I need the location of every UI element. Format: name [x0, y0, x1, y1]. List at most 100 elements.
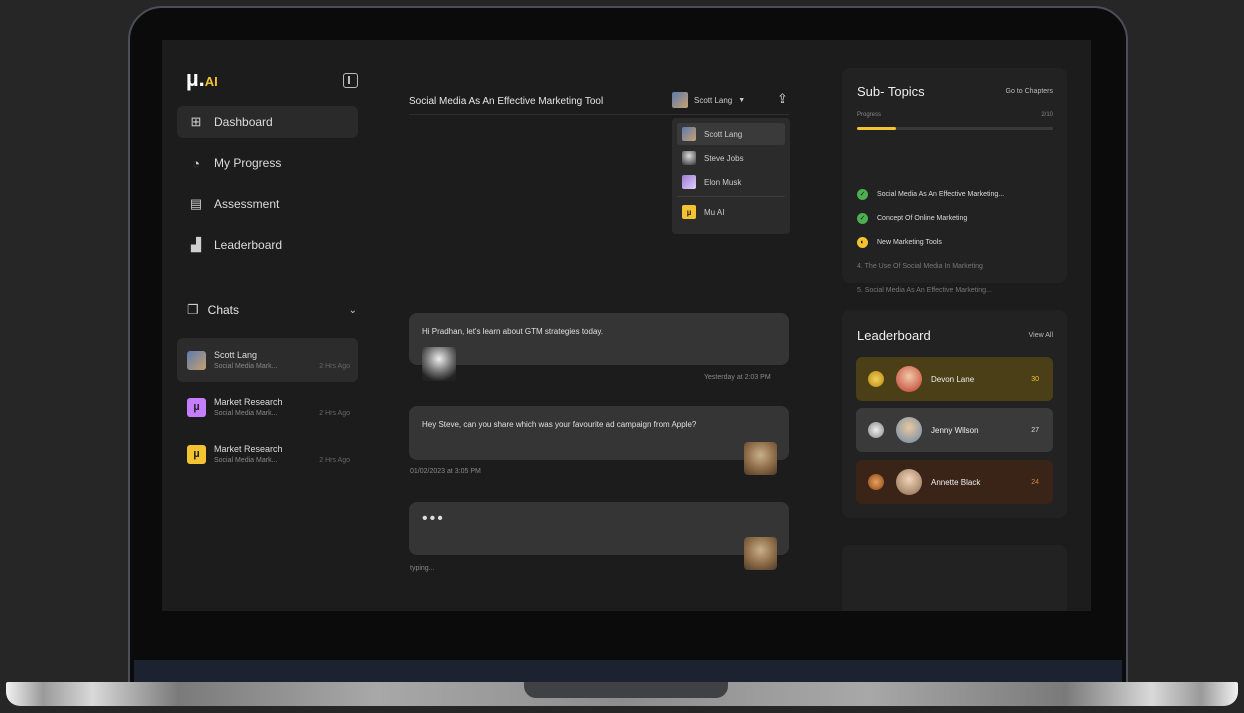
chat-item[interactable]: µ Market Research Social Media Mark... 2 … [177, 385, 358, 429]
chat-name: Market Research [214, 444, 283, 454]
leaderboard-row[interactable]: Annette Black 24 [856, 460, 1053, 504]
chat-name: Scott Lang [214, 350, 258, 360]
right-panel: Sub- Topics Go to Chapters Progress 2/10… [842, 40, 1091, 611]
subtopic-item[interactable]: 5. Social Media As An Effective Marketin… [857, 278, 1057, 302]
progress-label: Progress [857, 112, 882, 118]
collapse-sidebar-icon[interactable] [343, 73, 358, 88]
dropdown-item[interactable]: Scott Lang [677, 123, 785, 145]
go-to-chapters-link[interactable]: Go to Chapters [1006, 88, 1053, 95]
leaderboard-card: Leaderboard View All Devon Lane 30 Jenny… [842, 310, 1067, 518]
dropdown-item[interactable]: µ Mu AI [677, 201, 785, 223]
subtopic-item[interactable]: ✓ Concept Of Online Marketing [857, 206, 1057, 230]
avatar [896, 366, 922, 392]
message-timestamp: Yesterday at 2:03 PM [704, 374, 771, 381]
chat-list: Scott Lang Social Media Mark... 2 Hrs Ago… [177, 338, 358, 479]
leaderboard-name: Jenny Wilson [931, 425, 979, 435]
nav-label: Leaderboard [214, 238, 283, 252]
dropdown-item[interactable]: Elon Musk [677, 171, 785, 193]
subtopic-label: 5. Social Media As An Effective Marketin… [857, 286, 992, 294]
silver-medal-icon [868, 422, 884, 438]
dropdown-avatar [682, 127, 696, 141]
in-progress-icon: ◐ [857, 236, 868, 248]
leaderboard-name: Annette Black [931, 477, 981, 487]
caret-down-icon: ▼ [738, 96, 746, 104]
leaderboard-row[interactable]: Devon Lane 30 [856, 357, 1053, 401]
dropdown-label: Steve Jobs [704, 153, 744, 163]
laptop-chin [134, 660, 1122, 684]
progress-bar [857, 127, 1053, 130]
progress-value: 2/10 [1041, 112, 1053, 118]
user-avatar [744, 537, 777, 570]
chats-label: Chats [207, 303, 240, 317]
nav-my-progress[interactable]: ◔ My Progress [177, 147, 358, 179]
share-icon[interactable]: ⇪ [777, 91, 788, 107]
sender-avatar [422, 347, 456, 381]
subtopic-label: 4. The Use Of Social Media In Marketing [857, 262, 983, 270]
chat-topic-title: Social Media As An Effective Marketing T… [409, 96, 604, 107]
subtopic-label: Social Media As An Effective Marketing..… [877, 190, 1005, 198]
view-all-link[interactable]: View All [1029, 332, 1053, 339]
dropdown-avatar [682, 151, 696, 165]
leaderboard-score: 27 [1031, 426, 1039, 434]
message-timestamp: 01/02/2023 at 3:05 PM [410, 468, 481, 475]
user-avatar [744, 442, 777, 475]
chat-name: Market Research [214, 397, 283, 407]
chat-avatar: µ [187, 397, 206, 417]
user-dropdown-menu: Scott Lang Steve Jobs Elon Musk µ Mu AI [672, 118, 790, 234]
nav-assessment[interactable]: ▤ Assessment [177, 188, 358, 220]
chat-avatar: µ [187, 444, 206, 464]
subtopic-item[interactable]: 4. The Use Of Social Media In Marketing [857, 254, 1057, 278]
typing-dots: ••• [422, 510, 445, 527]
subtopic-item[interactable]: ◐ New Marketing Tools [857, 230, 1057, 254]
typing-bubble: ••• [409, 502, 789, 555]
nav-label: Assessment [214, 197, 280, 211]
user-avatar [672, 92, 688, 108]
dropdown-label: Mu AI [704, 207, 725, 217]
progress-fill [857, 127, 897, 130]
chat-avatar [187, 350, 206, 370]
bronze-medal-icon [868, 474, 884, 490]
subtopic-label: New Marketing Tools [877, 238, 942, 246]
message-text: Hey Steve, can you share which was your … [422, 420, 697, 429]
leaderboard-row[interactable]: Jenny Wilson 27 [856, 408, 1053, 452]
chat-subtitle: Social Media Mark... [214, 457, 278, 464]
message-bubble: Hey Steve, can you share which was your … [409, 406, 789, 460]
laptop-notch [524, 682, 728, 698]
nav-leaderboard[interactable]: ▟ Leaderboard [177, 229, 358, 261]
subtopic-label: Concept Of Online Marketing [877, 214, 968, 222]
nav-label: Dashboard [214, 115, 273, 129]
dropdown-avatar [682, 175, 696, 189]
leaderboard-title: Leaderboard [857, 328, 931, 343]
user-switcher[interactable]: Scott Lang ▼ [672, 92, 745, 108]
subtopic-item[interactable]: ✓ Social Media As An Effective Marketing… [857, 182, 1057, 206]
leaderboard-score: 30 [1031, 375, 1039, 383]
divider [677, 196, 785, 197]
chat-bubbles-icon: ❐ [187, 302, 199, 317]
chat-time: 2 Hrs Ago [319, 457, 350, 464]
message-bubble: Hi Pradhan, let's learn about GTM strate… [409, 313, 789, 365]
logo: µ.AI [186, 66, 218, 91]
dropdown-item[interactable]: Steve Jobs [677, 147, 785, 169]
chat-time: 2 Hrs Ago [319, 363, 350, 370]
chat-item[interactable]: µ Market Research Social Media Mark... 2 … [177, 432, 358, 476]
leaderboard-name: Devon Lane [931, 374, 975, 384]
chevron-down-icon[interactable]: ⌄ [349, 305, 357, 316]
subtopics-title: Sub- Topics [857, 84, 925, 99]
placeholder-card [842, 545, 1067, 611]
chat-item[interactable]: Scott Lang Social Media Mark... 2 Hrs Ago [177, 338, 358, 382]
avatar [896, 469, 922, 495]
dropdown-avatar: µ [682, 205, 696, 219]
clipboard-icon: ▤ [189, 196, 203, 211]
nav-dashboard[interactable]: ⊞ Dashboard [177, 106, 358, 138]
podium-icon: ▟ [191, 237, 201, 252]
progress-icon: ◔ [192, 155, 200, 171]
grid-icon: ⊞ [190, 114, 202, 129]
subtopic-list: ✓ Social Media As An Effective Marketing… [857, 182, 1057, 302]
sidebar: µ.AI ⊞ Dashboard ◔ My Progress ▤ Assessm… [162, 40, 372, 611]
chats-section-toggle[interactable]: ❐ Chats ⌄ [187, 302, 357, 318]
dropdown-label: Scott Lang [704, 129, 743, 139]
message-text: Hi Pradhan, let's learn about GTM strate… [422, 327, 604, 336]
chat-time: 2 Hrs Ago [319, 410, 350, 417]
chat-subtitle: Social Media Mark... [214, 410, 278, 417]
dropdown-label: Elon Musk [704, 177, 742, 187]
